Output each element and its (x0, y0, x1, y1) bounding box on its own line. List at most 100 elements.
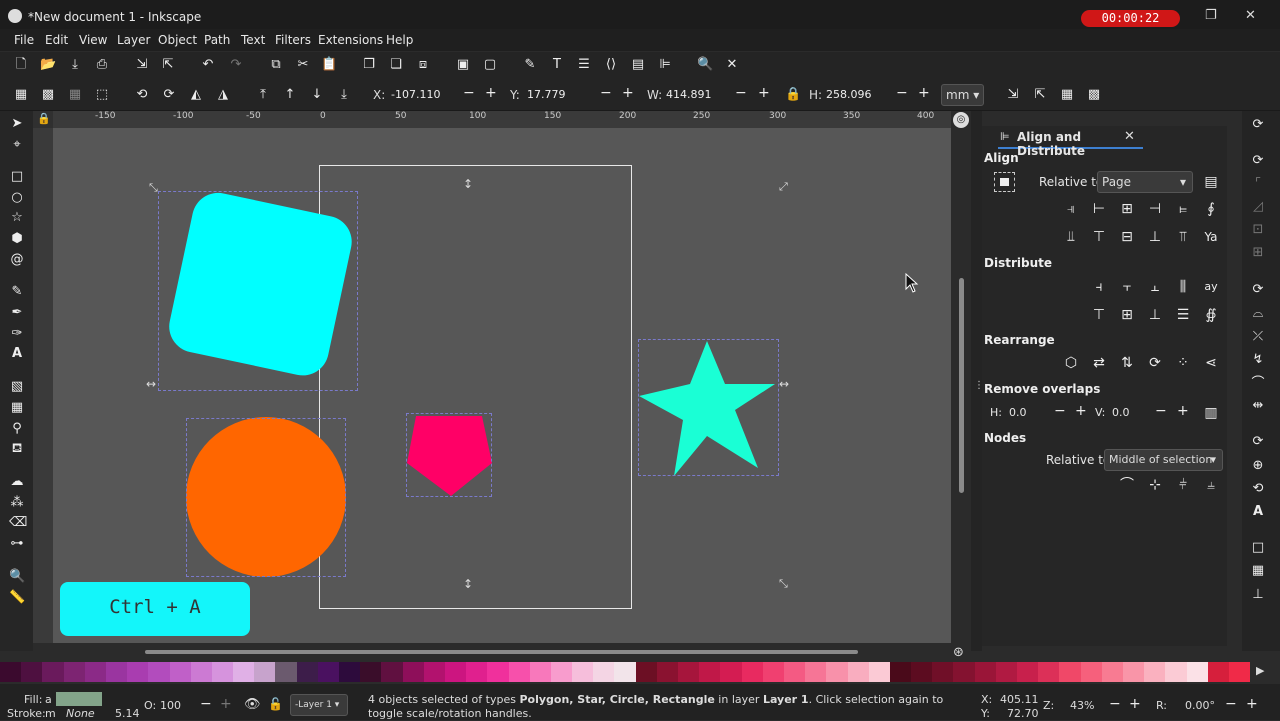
distribute-gaps-h-icon[interactable]: ⫼ (1171, 275, 1195, 299)
menu-filters[interactable]: Filters (275, 33, 311, 47)
fill-swatch[interactable] (56, 692, 102, 706)
select-all-icon[interactable]: ▦ (13, 87, 29, 103)
align-relative-dropdown[interactable]: Page ▾ (1097, 171, 1193, 193)
y-increment-button[interactable]: + (622, 85, 634, 101)
palette-swatch[interactable] (868, 662, 890, 682)
overlap-h-increment-button[interactable]: + (1075, 403, 1087, 419)
palette-swatch[interactable] (741, 662, 763, 682)
menu-layer[interactable]: Layer (117, 33, 150, 47)
snap-paths-icon[interactable]: ⌓ (1250, 306, 1266, 322)
exchange-clockwise-icon[interactable]: ⟳ (1143, 351, 1167, 375)
palette-swatch[interactable] (826, 662, 848, 682)
palette-swatch[interactable] (423, 662, 445, 682)
stroke-width-value[interactable]: 5.14 (115, 707, 140, 720)
snap-line-midpoints-icon[interactable]: ⇹ (1250, 398, 1266, 414)
mesh-tool-icon[interactable]: ▦ (9, 400, 25, 416)
snap-bbox-centers-icon[interactable]: ⊞ (1250, 245, 1266, 261)
distribute-centers-v-icon[interactable]: ⊞ (1115, 303, 1139, 327)
restore-window-icon[interactable]: ❐ (1205, 8, 1217, 23)
snap-bbox-midpoints-icon[interactable]: ⊡ (1250, 222, 1266, 238)
text-tool-icon[interactable]: A (9, 346, 25, 362)
ungroup-icon[interactable]: ▢ (482, 57, 498, 73)
overlap-v-input[interactable]: 0.0 (1112, 406, 1130, 419)
layer-lock-icon[interactable]: 🔓 (268, 697, 283, 711)
unclump-objects-icon[interactable]: ⋖ (1199, 351, 1223, 375)
palette-swatch[interactable] (995, 662, 1017, 682)
copy-icon[interactable]: ⧉ (268, 57, 284, 73)
snap-rotation-centers-icon[interactable]: ⟲ (1250, 481, 1266, 497)
align-top-edges-icon[interactable]: ⊤ (1087, 225, 1111, 249)
scale-handle-top-right[interactable]: ⤢ (779, 180, 788, 194)
palette-swatch[interactable] (678, 662, 700, 682)
align-right-edges-to-left-icon[interactable]: ⫣ (1059, 197, 1083, 221)
opacity-increment-button[interactable]: + (220, 696, 232, 712)
menu-view[interactable]: View (79, 33, 107, 47)
palette-swatch[interactable] (1017, 662, 1039, 682)
palette-swatch[interactable] (233, 662, 255, 682)
zoom-corner-icon[interactable]: ◎ (953, 112, 969, 128)
snap-intersections-icon[interactable]: ⤫ (1250, 329, 1266, 345)
palette-swatch[interactable] (317, 662, 339, 682)
deselect-icon[interactable]: ▦ (67, 87, 83, 103)
palette-swatch[interactable] (84, 662, 106, 682)
horizontal-scrollbar[interactable] (53, 643, 951, 661)
palette-swatch[interactable] (656, 662, 678, 682)
layer-dropdown[interactable]: -Layer 1 ▾ (290, 694, 348, 716)
palette-swatch[interactable] (720, 662, 742, 682)
w-input[interactable]: 414.891 (666, 88, 712, 101)
star-tool-icon[interactable]: ☆ (9, 210, 25, 226)
distribute-nodes-v-icon[interactable]: ⫨ (1199, 473, 1223, 497)
layer-visibility-icon[interactable]: 👁 (244, 697, 261, 712)
zoom-tool-icon[interactable]: 🔍 (9, 569, 25, 585)
snap-grids-icon[interactable]: ▦ (1250, 563, 1266, 579)
snap-toggle-icon[interactable]: ⟳ (1250, 117, 1266, 133)
scale-handle-right[interactable]: ↔ (779, 377, 789, 391)
palette-swatch[interactable] (127, 662, 149, 682)
x-decrement-button[interactable]: − (463, 85, 475, 101)
import-icon[interactable]: ⇲ (134, 57, 150, 73)
unit-dropdown[interactable]: mm ▾ (941, 84, 984, 106)
objects-icon[interactable]: ▤ (630, 57, 646, 73)
distribute-nodes-h-icon[interactable]: ⫩ (1171, 473, 1195, 497)
node-tool-icon[interactable]: ⌖ (9, 137, 25, 153)
lower-icon[interactable]: ↓ (309, 87, 325, 103)
palette-swatch[interactable] (1038, 662, 1060, 682)
overlap-v-decrement-button[interactable]: − (1155, 403, 1167, 419)
palette-swatch[interactable] (635, 662, 657, 682)
vertical-scrollbar[interactable] (951, 128, 971, 643)
save-icon[interactable]: ⤓ (67, 57, 83, 73)
palette-swatch[interactable] (1080, 662, 1102, 682)
y-input[interactable]: 17.779 (527, 88, 566, 101)
distribute-left-edges-icon[interactable]: ⫞ (1087, 275, 1111, 299)
snap-object-centers-icon[interactable]: ⊕ (1250, 458, 1266, 474)
circle-tool-icon[interactable]: ○ (9, 190, 25, 206)
rotation-decrement-button[interactable]: − (1225, 696, 1237, 712)
undo-icon[interactable]: ↶ (200, 57, 216, 73)
fill-stroke-icon[interactable]: ✎ (522, 57, 538, 73)
palette-swatch[interactable] (699, 662, 721, 682)
distribute-baselines-h-icon[interactable]: ay (1199, 275, 1223, 299)
palette-swatch[interactable] (360, 662, 382, 682)
center-horizontal-axis-icon[interactable]: ⊟ (1115, 225, 1139, 249)
paint-bucket-tool-icon[interactable]: ⛾ (9, 441, 25, 457)
eraser-tool-icon[interactable]: ⌫ (9, 515, 27, 531)
palette-swatch[interactable] (169, 662, 191, 682)
center-vertical-axis-icon[interactable]: ⊞ (1115, 197, 1139, 221)
transform-gradients-icon[interactable]: ▦ (1059, 87, 1075, 103)
snap-guides-icon[interactable]: ⊥ (1250, 587, 1266, 603)
transform-patterns-icon[interactable]: ▩ (1086, 87, 1102, 103)
palette-swatch[interactable] (1186, 662, 1208, 682)
measure-tool-icon[interactable]: 📏 (9, 590, 25, 606)
y-decrement-button[interactable]: − (600, 85, 612, 101)
menu-object[interactable]: Object (158, 33, 197, 47)
menu-extensions[interactable]: Extensions (318, 33, 383, 47)
align-left-edges-icon[interactable]: ⊢ (1087, 197, 1111, 221)
nodes-relative-dropdown[interactable]: Middle of selection ▾ (1104, 449, 1223, 471)
palette-swatch[interactable] (889, 662, 912, 682)
pen-tool-icon[interactable]: ✒ (9, 305, 25, 321)
tweak-tool-icon[interactable]: ☁ (9, 474, 25, 490)
connector-tool-icon[interactable]: ⊶ (9, 536, 25, 552)
distribute-baselines-v-icon[interactable]: ∯ (1199, 303, 1223, 327)
palette-swatch[interactable] (974, 662, 996, 682)
close-window-icon[interactable]: ✕ (1245, 8, 1256, 23)
